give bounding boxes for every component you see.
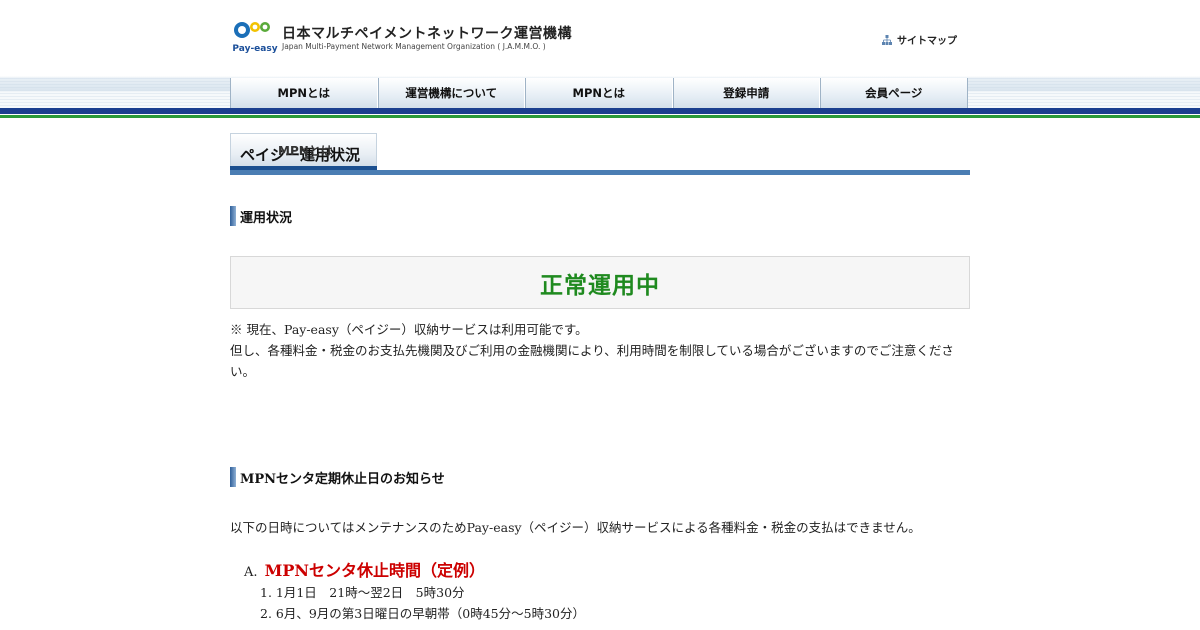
nav-item-mpn[interactable]: MPNとは xyxy=(230,78,378,108)
site-header: Pay-easy 日本マルチペイメントネットワーク運営機構 Japan Mult… xyxy=(0,0,1200,78)
status-note-line-2: 但し、各種料金・税金のお支払先機関及びご利用の金融機関により、利用時間を制限して… xyxy=(230,343,954,379)
org-name-jp: 日本マルチペイメントネットワーク運営機構 xyxy=(282,26,572,42)
section-heading-maintenance-text: MPNセンタ定期休止日のお知らせ xyxy=(240,471,445,487)
status-text: 正常運用中 xyxy=(540,272,660,299)
section-heading-maintenance: MPNセンタ定期休止日のお知らせ xyxy=(230,466,445,488)
nav-item-mpn-2[interactable]: MPNとは xyxy=(525,78,673,108)
list-heading-text: MPNセンタ休止時間（定例） xyxy=(264,561,485,580)
global-nav: MPNとは 運営機構について MPNとは 登録申請 会員ページ xyxy=(230,78,970,108)
status-note-line-1: ※ 現在、Pay-easy（ペイジー）収納サービスは利用可能です。 xyxy=(230,322,588,337)
heading-bar-icon xyxy=(230,206,236,226)
status-box: 正常運用中 xyxy=(230,256,970,309)
list-item: 1. 1月1日 21時～翌2日 5時30分 xyxy=(260,585,465,600)
nav-item-registration[interactable]: 登録申請 xyxy=(672,78,820,108)
page-title-rule xyxy=(230,170,970,175)
page-title-overlay: MPNとは xyxy=(278,144,333,158)
sitemap-link[interactable]: サイトマップ xyxy=(882,32,957,47)
sitemap-icon xyxy=(882,34,892,45)
maintenance-list-heading: A. MPNセンタ休止時間（定例） xyxy=(244,557,485,581)
nav-item-members[interactable]: 会員ページ xyxy=(820,78,968,108)
list-marker: A. xyxy=(244,565,258,580)
nav-item-organization[interactable]: 運営機構について xyxy=(377,78,525,108)
site-logo[interactable]: Pay-easy 日本マルチペイメントネットワーク運営機構 Japan Mult… xyxy=(232,18,572,58)
list-item: 2. 6月、9月の第3日曜日の早朝帯（0時45分～5時30分） xyxy=(260,606,585,621)
status-note: ※ 現在、Pay-easy（ペイジー）収納サービスは利用可能です。 但し、各種料… xyxy=(230,319,970,382)
sitemap-label: サイトマップ xyxy=(897,36,957,47)
section-heading-status-text: 運用状況 xyxy=(240,210,293,226)
pay-easy-logo-icon: Pay-easy xyxy=(232,22,278,54)
heading-bar-icon xyxy=(230,467,236,487)
section-heading-status: 運用状況 xyxy=(230,205,292,227)
logo-mark-text: Pay-easy xyxy=(232,44,277,54)
org-name-en: Japan Multi-Payment Network Management O… xyxy=(282,42,546,51)
maintenance-intro: 以下の日時についてはメンテナンスのためPay-easy（ペイジー）収納サービスに… xyxy=(230,520,921,535)
